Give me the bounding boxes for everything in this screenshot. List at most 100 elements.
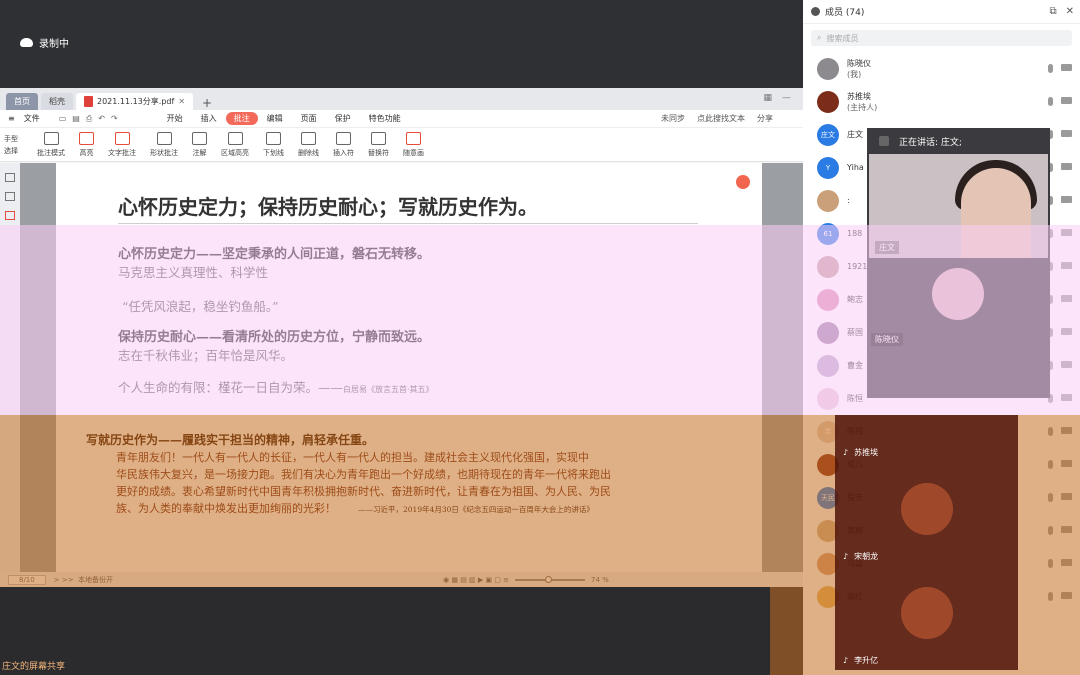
camera-icon[interactable]	[1061, 64, 1072, 71]
tab-home[interactable]: 首页	[6, 93, 38, 110]
camera-icon[interactable]	[1061, 163, 1072, 170]
annotation-mode-tool[interactable]: 批注模式	[37, 131, 65, 158]
member-row[interactable]: 陈晓仪 (我)	[803, 52, 1080, 85]
avatar	[817, 57, 839, 80]
area-highlight-icon	[227, 131, 243, 145]
menu-start[interactable]: 开始	[158, 113, 192, 124]
menu-right: 未同步 点此搜找文本 分享	[661, 113, 773, 124]
camera-icon[interactable]	[1061, 592, 1072, 599]
mic-icon[interactable]	[1048, 64, 1053, 73]
search-text-button[interactable]: 点此搜找文本	[697, 113, 745, 124]
camera-icon[interactable]	[1061, 295, 1072, 302]
video-tile[interactable]: 陈晓仪	[867, 258, 1050, 350]
highlight-tool[interactable]: 高亮	[79, 131, 94, 158]
zoom-knob[interactable]	[545, 575, 553, 583]
main-video[interactable]: 庄文	[869, 154, 1048, 258]
hamburger-icon[interactable]: ≡	[8, 114, 15, 123]
camera-icon[interactable]	[1061, 130, 1072, 137]
mic-icon[interactable]	[1048, 493, 1053, 502]
grid-icon[interactable]: ▦	[763, 93, 772, 103]
member-row[interactable]: 苏推埃 (主持人)	[803, 85, 1080, 118]
search-icon: ⌕	[817, 33, 822, 42]
save-icon[interactable]: ▤	[72, 114, 80, 124]
print-icon[interactable]: ⎙	[86, 114, 92, 124]
redo-icon[interactable]: ↷	[111, 114, 118, 124]
share-button[interactable]: 分享	[757, 113, 773, 124]
comments-icon[interactable]	[5, 211, 15, 220]
camera-icon[interactable]	[1061, 196, 1072, 203]
mic-icon[interactable]	[1048, 592, 1053, 601]
new-tab-button[interactable]: +	[196, 96, 218, 110]
thumbnails-icon[interactable]	[5, 173, 15, 182]
camera-icon[interactable]	[1061, 328, 1072, 335]
undo-icon[interactable]: ↶	[98, 114, 105, 124]
recording-indicator[interactable]: 录制中	[20, 35, 69, 50]
camera-icon[interactable]	[1061, 361, 1072, 368]
camera-icon[interactable]	[1061, 229, 1072, 236]
tab-pdf-document[interactable]: 2021.11.13分享.pdf ✕	[76, 93, 194, 110]
prev-page-icon[interactable]: >	[54, 576, 60, 584]
last-page-icon[interactable]: >>	[62, 576, 74, 584]
popout-icon[interactable]: ⧉	[1049, 6, 1056, 17]
avatar	[817, 189, 839, 212]
open-icon[interactable]: ▭	[59, 114, 67, 124]
camera-person	[961, 168, 1031, 258]
area-highlight-tool[interactable]: 区域高亮	[221, 131, 249, 158]
strikethrough-icon	[301, 131, 316, 145]
select-tool[interactable]: 选择	[4, 145, 18, 157]
avatar	[901, 483, 953, 535]
video-name-label[interactable]: ♪ 苏推埃	[843, 447, 878, 458]
mic-icon[interactable]	[1048, 460, 1053, 469]
zoom-level[interactable]: 74 %	[591, 576, 609, 584]
freehand-tool[interactable]: 随意画	[403, 131, 424, 158]
member-name: 蔡国	[847, 328, 863, 337]
menu-protect[interactable]: 保护	[326, 113, 360, 124]
camera-icon[interactable]	[1061, 427, 1072, 434]
menu-edit[interactable]: 编辑	[258, 113, 292, 124]
sync-status[interactable]: 未同步	[661, 113, 685, 124]
menu-file[interactable]: 文件	[15, 113, 49, 124]
camera-icon[interactable]	[1061, 394, 1072, 401]
camera-icon[interactable]	[1061, 559, 1072, 566]
camera-icon[interactable]	[1061, 460, 1072, 467]
bookmarks-icon[interactable]	[5, 192, 15, 201]
mic-icon[interactable]	[1048, 559, 1053, 568]
page-number-field[interactable]: 8/10	[8, 574, 46, 585]
menu-insert[interactable]: 插入	[192, 113, 226, 124]
floating-tool-icon[interactable]	[736, 175, 750, 189]
zoom-slider[interactable]	[515, 575, 586, 583]
speaking-indicator: 正在讲话: 庄文;	[867, 128, 1050, 154]
replace-mark-tool[interactable]: 替换符	[368, 131, 389, 158]
tab-docer[interactable]: 稻壳	[41, 93, 73, 110]
menu-annotate[interactable]: 批注	[225, 112, 258, 125]
mic-icon[interactable]	[1048, 97, 1053, 106]
mic-icon[interactable]	[1048, 427, 1053, 436]
camera-icon[interactable]	[1061, 526, 1072, 533]
camera-icon[interactable]	[1061, 97, 1072, 104]
search-members-input[interactable]: ⌕ 搜索成员	[811, 30, 1072, 46]
menu-page[interactable]: 页面	[292, 113, 326, 124]
menu-features[interactable]: 特色功能	[360, 113, 410, 124]
document-viewport[interactable]: 心怀历史定力；保持历史耐心；写就历史作为。 心怀历史定力——坚定秉承的人间正道，…	[0, 163, 803, 573]
shape-comment-tool[interactable]: 形状批注	[150, 131, 178, 158]
section-heading: 心怀历史定力——坚定秉承的人间正道，磐石无转移。	[118, 247, 431, 262]
close-icon[interactable]: ✕	[1066, 6, 1074, 17]
video-name-label[interactable]: ♪ 李升亿	[843, 655, 878, 666]
insert-mark-icon	[336, 131, 351, 145]
minimize-icon[interactable]: —	[782, 93, 791, 103]
cloud-backup-status[interactable]: 本地备份开	[78, 575, 113, 585]
members-icon	[811, 7, 820, 16]
mic-icon[interactable]	[1048, 526, 1053, 535]
video-name-label[interactable]: ♪ 宋朝龙	[843, 551, 878, 562]
insert-mark-tool[interactable]: 插入符	[333, 131, 354, 158]
view-mode-icons[interactable]: ◉ ▦ ▤ ▥ ▶ ▣ ▢ ≡	[443, 576, 509, 584]
text-comment-tool[interactable]: 文字批注	[108, 131, 136, 158]
strikethrough-tool[interactable]: 删除线	[298, 131, 319, 158]
camera-icon[interactable]	[1061, 262, 1072, 269]
hand-tool[interactable]: 手型	[4, 133, 18, 145]
underline-tool[interactable]: 下划线	[263, 131, 284, 158]
camera-icon[interactable]	[1061, 493, 1072, 500]
close-tab-icon[interactable]: ✕	[178, 97, 185, 106]
pointer-tools: 手型 选择	[4, 133, 18, 157]
note-tool[interactable]: 注解	[192, 131, 207, 158]
